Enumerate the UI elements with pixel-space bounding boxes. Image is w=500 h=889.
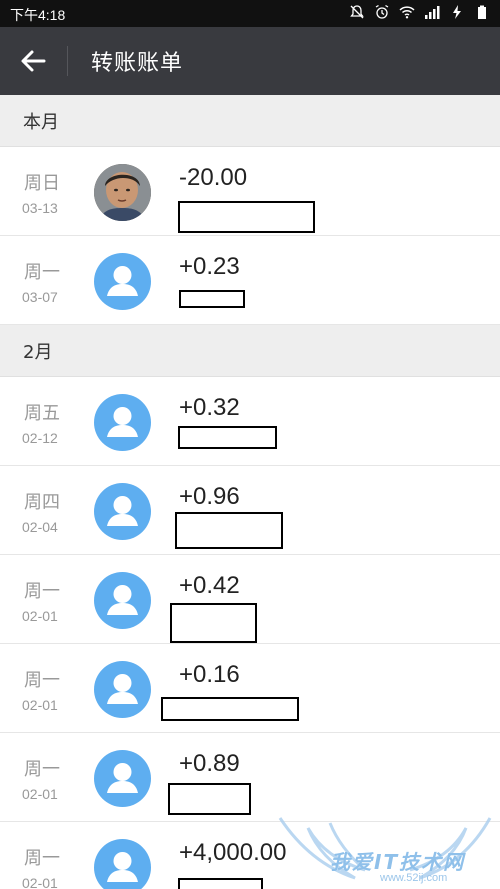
row-amount: +0.23 bbox=[179, 253, 240, 280]
redacted-name bbox=[175, 512, 283, 549]
row-amount: +0.89 bbox=[179, 750, 240, 777]
row-weekday: 周一 bbox=[24, 581, 60, 602]
row-weekday: 周五 bbox=[24, 403, 60, 424]
redacted-name bbox=[178, 201, 315, 233]
redacted-name bbox=[170, 603, 257, 643]
redacted-name bbox=[179, 290, 245, 308]
battery-icon bbox=[478, 5, 486, 19]
default-avatar-icon bbox=[94, 839, 151, 889]
back-arrow-icon bbox=[21, 50, 46, 72]
row-weekday: 周一 bbox=[24, 759, 60, 780]
section-header-february: 2月 bbox=[0, 325, 500, 377]
transaction-row[interactable]: 周一 02-01 +0.89 bbox=[0, 733, 500, 822]
default-avatar-icon bbox=[94, 483, 151, 540]
alarm-icon bbox=[375, 4, 389, 19]
transaction-row[interactable]: 周一 02-01 +0.42 bbox=[0, 555, 500, 644]
page-title: 转账账单 bbox=[91, 51, 184, 76]
default-avatar-icon bbox=[94, 394, 151, 451]
redacted-name bbox=[178, 878, 263, 889]
transaction-row[interactable]: 周一 03-07 +0.23 bbox=[0, 236, 500, 325]
row-amount: +0.16 bbox=[179, 661, 240, 688]
charging-icon bbox=[453, 5, 461, 19]
redacted-name bbox=[178, 426, 277, 449]
signal-icon bbox=[425, 6, 440, 19]
wifi-icon bbox=[399, 6, 415, 19]
status-time: 下午4:18 bbox=[10, 7, 66, 23]
row-date: 02-01 bbox=[22, 786, 58, 802]
default-avatar-icon bbox=[94, 750, 151, 807]
app-bar: 转账账单 bbox=[0, 27, 500, 95]
avatar-photo bbox=[94, 164, 151, 221]
row-weekday: 周日 bbox=[24, 173, 60, 194]
transaction-row[interactable]: 周一 02-01 +4,000.00 bbox=[0, 822, 500, 889]
redacted-name bbox=[161, 697, 299, 721]
row-date: 03-07 bbox=[22, 289, 58, 305]
row-amount: +0.32 bbox=[179, 394, 240, 421]
row-weekday: 周四 bbox=[24, 492, 60, 513]
default-avatar-icon bbox=[94, 661, 151, 718]
status-icons bbox=[349, 4, 490, 20]
row-date: 03-13 bbox=[22, 200, 58, 216]
mute-bell-icon bbox=[350, 5, 364, 19]
row-date: 02-01 bbox=[22, 875, 58, 889]
row-amount: +0.42 bbox=[179, 572, 240, 599]
row-weekday: 周一 bbox=[24, 670, 60, 691]
transaction-row[interactable]: 周日 03-13 -20.00 bbox=[0, 147, 500, 236]
section-header-this-month: 本月 bbox=[0, 95, 500, 147]
section-title: 本月 bbox=[23, 112, 59, 133]
app-bar-divider bbox=[67, 46, 68, 76]
transaction-row[interactable]: 周四 02-04 +0.96 bbox=[0, 466, 500, 555]
transaction-row[interactable]: 周五 02-12 +0.32 bbox=[0, 377, 500, 466]
default-avatar-icon bbox=[94, 572, 151, 629]
row-weekday: 周一 bbox=[24, 848, 60, 869]
row-amount: -20.00 bbox=[179, 164, 248, 191]
default-avatar-icon bbox=[94, 253, 151, 310]
row-amount: +0.96 bbox=[179, 483, 240, 510]
row-date: 02-01 bbox=[22, 697, 58, 713]
back-button[interactable] bbox=[10, 41, 56, 81]
transaction-row[interactable]: 周一 02-01 +0.16 bbox=[0, 644, 500, 733]
row-amount: +4,000.00 bbox=[179, 839, 287, 866]
section-title: 2月 bbox=[23, 342, 53, 363]
row-date: 02-01 bbox=[22, 608, 58, 624]
status-bar: 下午4:18 bbox=[0, 0, 500, 27]
row-weekday: 周一 bbox=[24, 262, 60, 283]
redacted-name bbox=[168, 783, 251, 815]
row-date: 02-12 bbox=[22, 430, 58, 446]
row-date: 02-04 bbox=[22, 519, 58, 535]
